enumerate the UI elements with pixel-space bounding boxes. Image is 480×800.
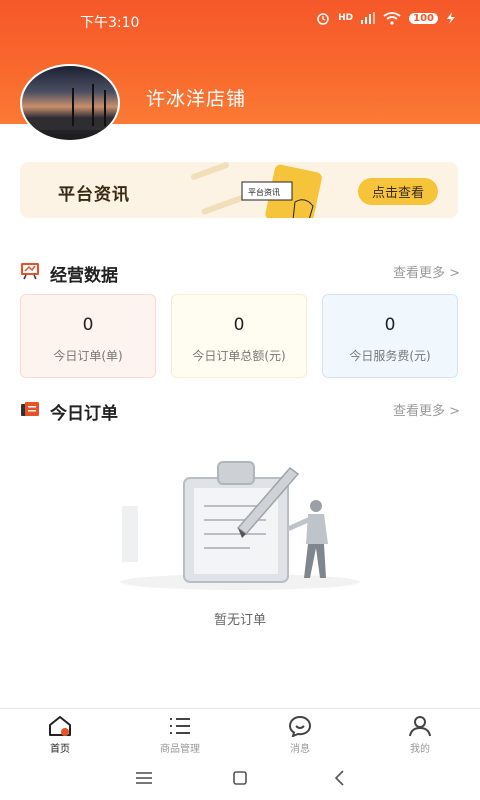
banner-decoration (190, 162, 230, 181)
shop-name: 许冰洋店铺 (146, 88, 247, 110)
stat-value: 0 (233, 315, 245, 335)
message-icon (288, 715, 312, 737)
today-orders-more-link[interactable]: 查看更多 > (393, 400, 460, 419)
stat-label: 今日订单(单) (53, 349, 123, 363)
charging-icon (447, 12, 455, 24)
wifi-icon (383, 11, 401, 25)
avatar-pole (104, 90, 106, 126)
bottom-tab-bar: 首页 商品管理 消息 我的 (0, 708, 480, 756)
battery-indicator: 100 (409, 12, 438, 24)
news-banner[interactable]: 平台资讯 平台资讯 点击查看 (20, 162, 458, 218)
empty-orders-text: 暂无订单 (213, 613, 266, 628)
status-bar: 下午3:10 HD 100 (0, 0, 480, 40)
business-data-header: 经营数据 查看更多 > (20, 260, 460, 286)
home-icon (49, 716, 71, 736)
tab-messages-label: 消息 (290, 744, 310, 755)
home-square-icon[interactable] (228, 768, 252, 788)
stat-card-order-total[interactable]: 0 今日订单总额(元) (171, 294, 307, 378)
business-data-more-link[interactable]: 查看更多 > (393, 262, 460, 281)
user-icon (409, 716, 431, 737)
stats-cards: 0 今日订单(单) 0 今日订单总额(元) 0 今日服务费(元) (20, 294, 458, 378)
avatar-pole (92, 84, 94, 126)
order-box-icon (21, 402, 39, 416)
view-news-button[interactable]: 点击查看 (357, 178, 438, 205)
stat-value: 0 (384, 315, 396, 335)
tab-product-management[interactable]: 商品管理 (120, 709, 240, 757)
stat-value: 0 (82, 315, 94, 335)
tab-home-label: 首页 (50, 744, 70, 755)
today-orders-title: 今日订单 (50, 404, 118, 424)
chart-board-icon (21, 263, 39, 280)
avatar[interactable] (20, 64, 120, 142)
status-time: 下午3:10 (80, 15, 140, 31)
status-icons: HD 100 (316, 11, 456, 25)
banner-title: 平台资讯 (58, 185, 130, 205)
tab-mine[interactable]: 我的 (360, 709, 480, 757)
network-label: HD (338, 13, 354, 23)
stat-card-service-fee[interactable]: 0 今日服务费(元) (322, 294, 458, 378)
empty-clipboard-illustration-icon (120, 461, 360, 590)
stat-label: 今日服务费(元) (349, 349, 431, 363)
list-icon (170, 718, 190, 734)
signal-icon (361, 12, 376, 24)
tab-product-management-label: 商品管理 (160, 744, 200, 755)
menu-icon[interactable] (132, 768, 156, 788)
phone-illustration-icon: 平台资讯 (241, 164, 322, 218)
phone-text: 平台资讯 (248, 187, 280, 197)
back-icon[interactable] (328, 768, 352, 788)
business-data-title: 经营数据 (50, 266, 118, 286)
tab-mine-label: 我的 (410, 744, 430, 755)
stat-card-orders[interactable]: 0 今日订单(单) (20, 294, 156, 378)
system-navigation-bar (0, 756, 480, 800)
alarm-icon (317, 13, 329, 25)
avatar-pole (72, 88, 74, 126)
tab-home[interactable]: 首页 (0, 709, 120, 757)
tab-messages[interactable]: 消息 (240, 709, 360, 757)
today-orders-header: 今日订单 查看更多 > (20, 398, 460, 424)
stat-label: 今日订单总额(元) (192, 349, 286, 363)
